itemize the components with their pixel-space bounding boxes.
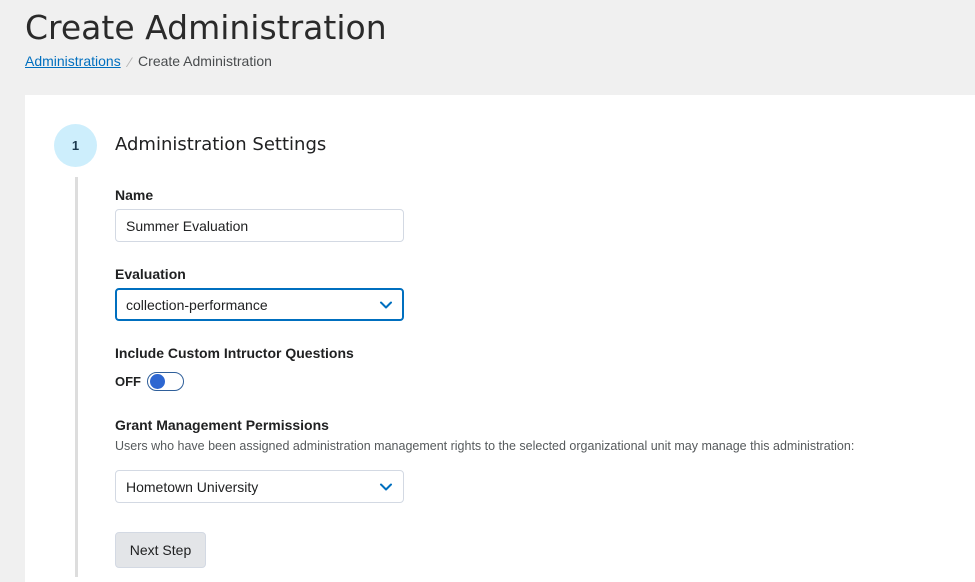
breadcrumb-separator-icon: ⁄ [128, 54, 132, 70]
step-title: Administration Settings [115, 134, 327, 155]
breadcrumb: Administrations ⁄ Create Administration [25, 53, 272, 70]
custom-questions-toggle[interactable] [147, 372, 184, 391]
breadcrumb-current: Create Administration [138, 53, 272, 69]
page-title: Create Administration [25, 8, 387, 47]
step-number-badge: 1 [54, 124, 97, 167]
org-unit-select-value: Hometown University [126, 478, 259, 495]
custom-questions-label: Include Custom Intructor Questions [115, 345, 354, 361]
chevron-down-icon [379, 480, 393, 494]
chevron-down-icon [379, 298, 393, 312]
toggle-state-label: OFF [115, 374, 141, 389]
toggle-knob [150, 374, 165, 389]
breadcrumb-link-administrations[interactable]: Administrations [25, 53, 121, 69]
wizard-card: 1 Administration Settings Name Summer Ev… [25, 95, 975, 582]
step-progress-line [75, 177, 78, 577]
custom-questions-toggle-row: OFF [115, 372, 184, 391]
permissions-label: Grant Management Permissions [115, 417, 329, 433]
next-step-button[interactable]: Next Step [115, 532, 206, 568]
evaluation-label: Evaluation [115, 266, 186, 282]
name-label: Name [115, 187, 154, 203]
name-input[interactable]: Summer Evaluation [115, 209, 404, 242]
evaluation-select[interactable]: collection-performance [115, 288, 404, 321]
permissions-help-text: Users who have been assigned administrat… [115, 439, 855, 453]
org-unit-select[interactable]: Hometown University [115, 470, 404, 503]
evaluation-select-value: collection-performance [126, 296, 268, 313]
